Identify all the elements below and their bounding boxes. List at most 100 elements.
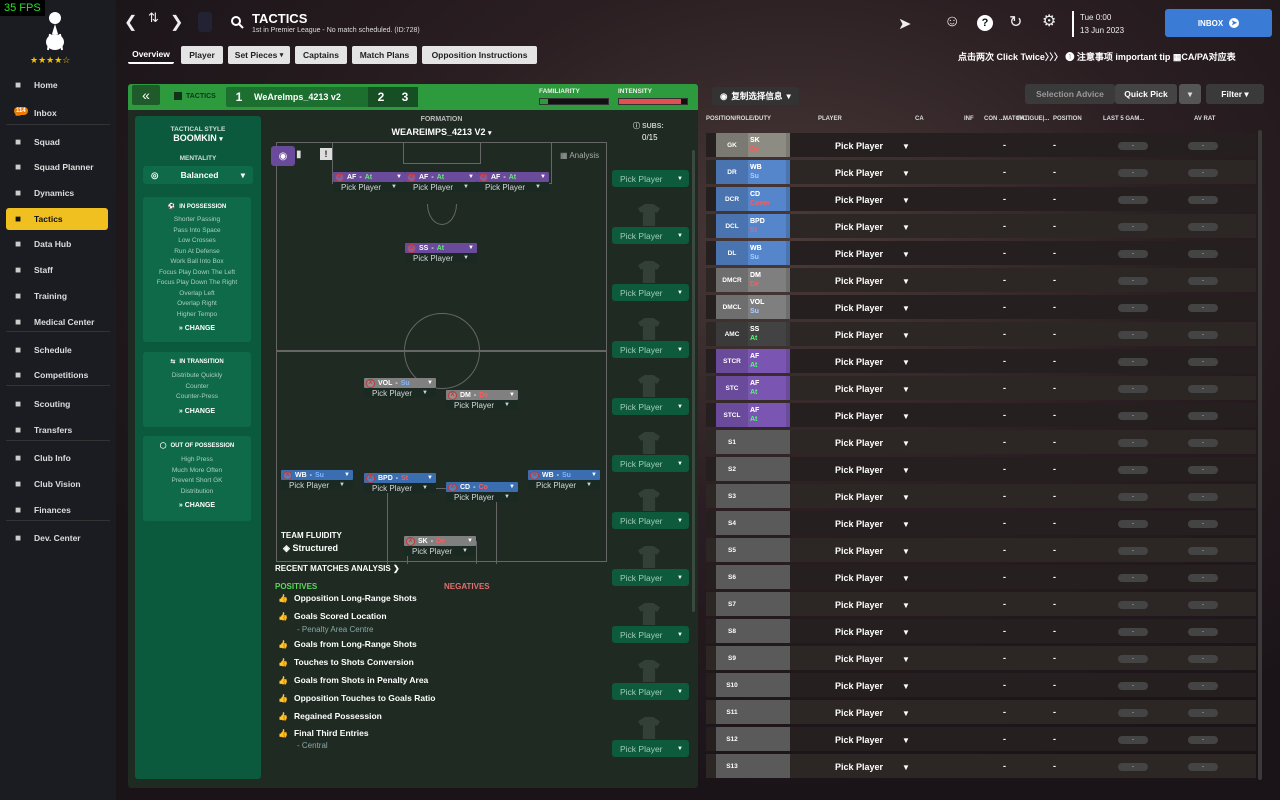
pick-player-label[interactable]: Pick Player	[835, 141, 883, 151]
position-role-duty-cell[interactable]: DMCRDMDe▼	[716, 268, 790, 292]
sub-pick-player-dropdown[interactable]: Pick Player ▼	[612, 512, 689, 529]
tab-set-pieces[interactable]: Set Pieces ▾	[228, 46, 290, 64]
remove-icon[interactable]: X	[407, 172, 416, 182]
analysis-positive-item[interactable]: 👍 Goals from Long-Range Shots	[278, 639, 417, 649]
sidebar-item-squad[interactable]: ■ Squad	[6, 131, 108, 153]
tactic-name[interactable]: WeAreImps_4213 v2	[254, 87, 364, 107]
list-scrollbar[interactable]	[1258, 130, 1262, 780]
remove-icon[interactable]: X	[448, 390, 457, 400]
role-tag[interactable]: X VOL - Su ▼	[364, 378, 436, 388]
sidebar-item-scouting[interactable]: ■ Scouting	[6, 393, 108, 415]
role-duty[interactable]: SK De	[748, 133, 786, 157]
position-role-duty-cell[interactable]: DCLBPDSt▼	[716, 214, 790, 238]
chevron-down-icon[interactable]: ▼	[902, 655, 910, 664]
position-role-duty-cell[interactable]: DLWBSu▼	[716, 241, 790, 265]
chevron-down-icon[interactable]: ▼	[902, 439, 910, 448]
role-duty[interactable]: BPD St	[748, 214, 786, 238]
pick-player-label[interactable]: Pick Player	[835, 195, 883, 205]
sidebar-item-tactics[interactable]: ■ Tactics	[6, 208, 108, 230]
analysis-positive-item[interactable]: 👍 Final Third Entries	[278, 728, 369, 738]
position-role-duty-cell[interactable]: GKSKDe▼	[716, 133, 790, 157]
tip-text[interactable]: 点击两次 Click Twice〉〉〉 ❶ 注意事项 important tip…	[958, 50, 1236, 63]
pitch-player-slot[interactable]: X AF - At ▼ Pick Player ▼	[405, 172, 477, 192]
pick-player-label[interactable]: Pick Player	[835, 708, 883, 718]
pick-player-dropdown[interactable]: Pick Player ▼	[528, 480, 600, 490]
chevron-down-icon[interactable]: ▼	[902, 466, 910, 475]
pick-player-label[interactable]: Pick Player	[835, 357, 883, 367]
view-select[interactable]: ◉ 复制选择信息 ▾	[712, 87, 799, 105]
role-tag[interactable]: X CD - Co ▼	[446, 482, 518, 492]
sidebar-item-schedule[interactable]: ■ Schedule	[6, 339, 108, 361]
pick-player-label[interactable]: Pick Player	[835, 303, 883, 313]
chevron-down-icon[interactable]: ▼	[902, 385, 910, 394]
remove-icon[interactable]: X	[407, 243, 416, 253]
pick-player-label[interactable]: Pick Player	[835, 735, 883, 745]
recent-matches-analysis-link[interactable]: RECENT MATCHES ANALYSIS ❯	[275, 564, 400, 573]
column-header[interactable]: CON ...	[984, 116, 1004, 122]
analysis-positive-item[interactable]: 👍 Opposition Long-Range Shots	[278, 593, 417, 603]
sidebar-item-squad-planner[interactable]: ■ Squad Planner	[6, 156, 108, 178]
pick-player-label[interactable]: Pick Player	[835, 762, 883, 772]
analysis-positive-item[interactable]: 👍 Touches to Shots Conversion	[278, 657, 414, 667]
sidebar-item-club-info[interactable]: ■ Club Info	[6, 447, 108, 469]
chevron-down-icon[interactable]: ▼	[902, 628, 910, 637]
pitch-player-slot[interactable]: X BPD - St ▼ Pick Player ▼	[364, 473, 436, 493]
position-role-duty-cell[interactable]: DCRCDCover▼	[716, 187, 790, 211]
role-duty[interactable]: SS At	[748, 322, 786, 346]
analysis-positive-item[interactable]: 👍 Regained Possession	[278, 711, 382, 721]
pick-player-dropdown[interactable]: Pick Player ▼	[446, 492, 518, 502]
pick-player-label[interactable]: Pick Player	[835, 465, 883, 475]
inbox-button[interactable]: INBOX ➤	[1165, 9, 1272, 37]
sub-pick-player-dropdown[interactable]: Pick Player ▼	[612, 740, 689, 757]
in-possession-change-button[interactable]: » CHANGE	[143, 325, 251, 332]
position-role-duty-cell[interactable]: S10	[716, 673, 790, 697]
position-role-duty-cell[interactable]: STCRAFAt▼	[716, 349, 790, 373]
role-duty[interactable]: AF At	[748, 349, 786, 373]
chevron-down-icon[interactable]: ▼	[902, 223, 910, 232]
position-role-duty-cell[interactable]: DRWBSu▼	[716, 160, 790, 184]
pick-player-dropdown[interactable]: Pick Player ▼	[477, 182, 549, 192]
club-crest-icon[interactable]	[38, 4, 72, 54]
chevron-down-icon[interactable]: ▼	[902, 763, 910, 772]
column-header[interactable]: PLAYER	[818, 116, 842, 122]
tab-match-plans[interactable]: Match Plans	[352, 46, 417, 64]
role-duty[interactable]: WB Su	[748, 241, 786, 265]
sub-pick-player-dropdown[interactable]: Pick Player ▼	[612, 455, 689, 472]
column-header[interactable]: FATIGUE|...	[1017, 116, 1049, 122]
pick-player-dropdown[interactable]: Pick Player ▼	[405, 182, 477, 192]
sidebar-item-finances[interactable]: ■ Finances	[6, 499, 108, 521]
pick-player-label[interactable]: Pick Player	[835, 384, 883, 394]
remove-icon[interactable]: X	[366, 378, 375, 388]
pick-player-label[interactable]: Pick Player	[835, 573, 883, 583]
gear-icon[interactable]: ⚙	[1042, 11, 1056, 31]
remove-icon[interactable]: X	[448, 482, 457, 492]
position-role-duty-cell[interactable]: S3	[716, 484, 790, 508]
out-possession-change-button[interactable]: » CHANGE	[143, 502, 251, 509]
in-transition-change-button[interactable]: » CHANGE	[143, 408, 251, 415]
tactic-slot-3[interactable]: 3	[392, 87, 418, 107]
chevron-down-icon[interactable]: ▼	[902, 142, 910, 151]
pitch-view-toggle[interactable]: ◉	[271, 146, 295, 166]
pick-player-dropdown[interactable]: Pick Player ▼	[281, 480, 353, 490]
sidebar-item-transfers[interactable]: ■ Transfers	[6, 419, 108, 441]
mentality-select[interactable]: ◎ Balanced ▾	[143, 166, 253, 184]
position-role-duty-cell[interactable]: S1	[716, 430, 790, 454]
quick-pick-dropdown[interactable]: ▾	[1179, 84, 1201, 104]
sidebar-item-club-vision[interactable]: ■ Club Vision	[6, 473, 108, 495]
position-role-duty-cell[interactable]: S9	[716, 646, 790, 670]
remove-icon[interactable]: X	[283, 470, 292, 480]
quick-pick-button[interactable]: Quick Pick	[1115, 84, 1177, 104]
remove-icon[interactable]: X	[366, 473, 375, 483]
chevron-down-icon[interactable]: ▼	[902, 277, 910, 286]
chevron-down-icon[interactable]: ▼	[902, 574, 910, 583]
column-header[interactable]: CA	[915, 116, 924, 122]
position-role-duty-cell[interactable]: S12	[716, 727, 790, 751]
forward-arrow-icon[interactable]: ❯	[170, 12, 183, 32]
remove-icon[interactable]: X	[406, 536, 415, 546]
sub-pick-player-dropdown[interactable]: Pick Player ▼	[612, 398, 689, 415]
sub-pick-player-dropdown[interactable]: Pick Player ▼	[612, 341, 689, 358]
role-tag[interactable]: X WB - Su ▼	[528, 470, 600, 480]
remove-icon[interactable]: X	[479, 172, 488, 182]
role-tag[interactable]: X DM - De ▼	[446, 390, 518, 400]
pitch-player-slot[interactable]: X DM - De ▼ Pick Player ▼	[446, 390, 518, 410]
